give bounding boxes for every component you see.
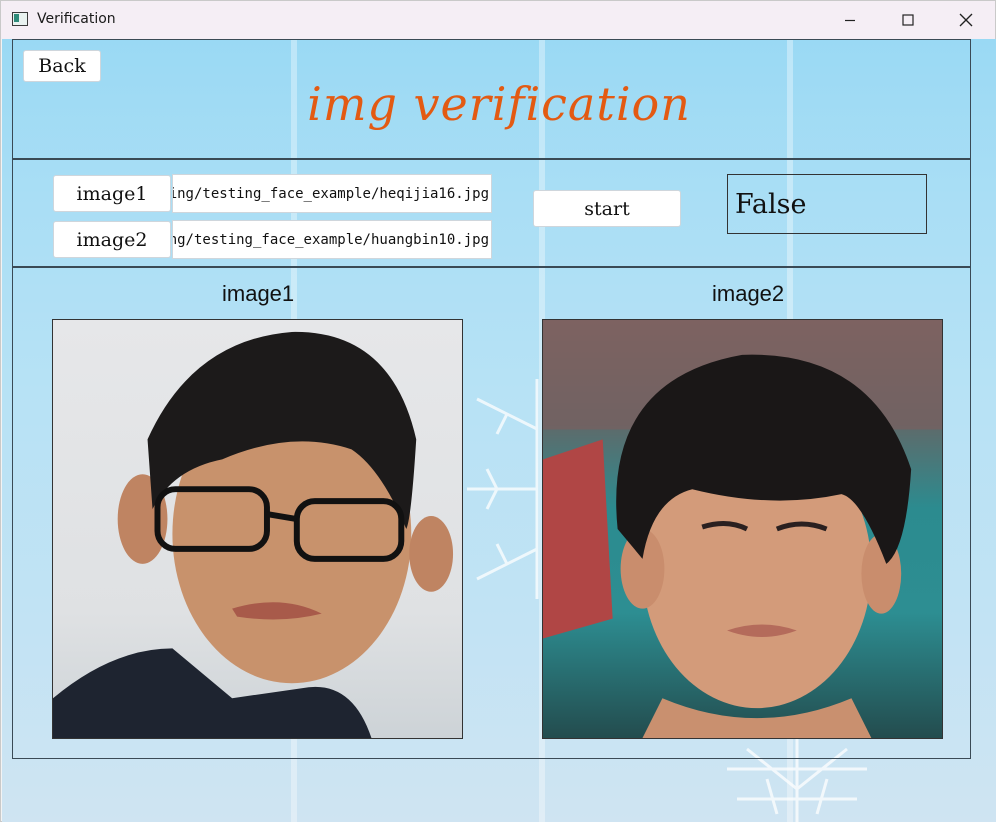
image2-path-text: cing/testing_face_example/huangbin10.jpg <box>172 231 489 248</box>
select-image1-button[interactable]: image1 <box>53 175 171 212</box>
app-icon <box>12 12 28 26</box>
image2-label: image2 <box>712 281 785 306</box>
image1-label: image1 <box>222 281 295 306</box>
maximize-icon <box>902 14 914 26</box>
client-area: Back img verification image1 sting/testi… <box>2 39 996 822</box>
window-title: Verification <box>37 11 116 27</box>
image2-path-field[interactable]: cing/testing_face_example/huangbin10.jpg <box>172 220 492 259</box>
image1-preview <box>52 319 463 739</box>
minimize-icon <box>845 19 855 22</box>
image2-preview <box>542 319 943 739</box>
title-bar: Verification <box>1 1 995 39</box>
verification-window: Verification Back img verification image… <box>0 0 996 822</box>
image1-path-field[interactable]: sting/testing_face_example/heqijia16.jpg <box>172 174 492 213</box>
close-button[interactable] <box>937 1 995 39</box>
close-icon <box>959 13 973 27</box>
select-image2-button[interactable]: image2 <box>53 221 171 258</box>
result-display: False <box>727 174 927 234</box>
maximize-button[interactable] <box>879 1 937 39</box>
image1-path-text: sting/testing_face_example/heqijia16.jpg <box>172 185 489 202</box>
face-photo-2 <box>543 320 942 738</box>
page-heading: img verification <box>307 77 691 131</box>
minimize-button[interactable] <box>821 1 879 39</box>
face-photo-1 <box>53 331 454 738</box>
start-button[interactable]: start <box>533 190 681 227</box>
